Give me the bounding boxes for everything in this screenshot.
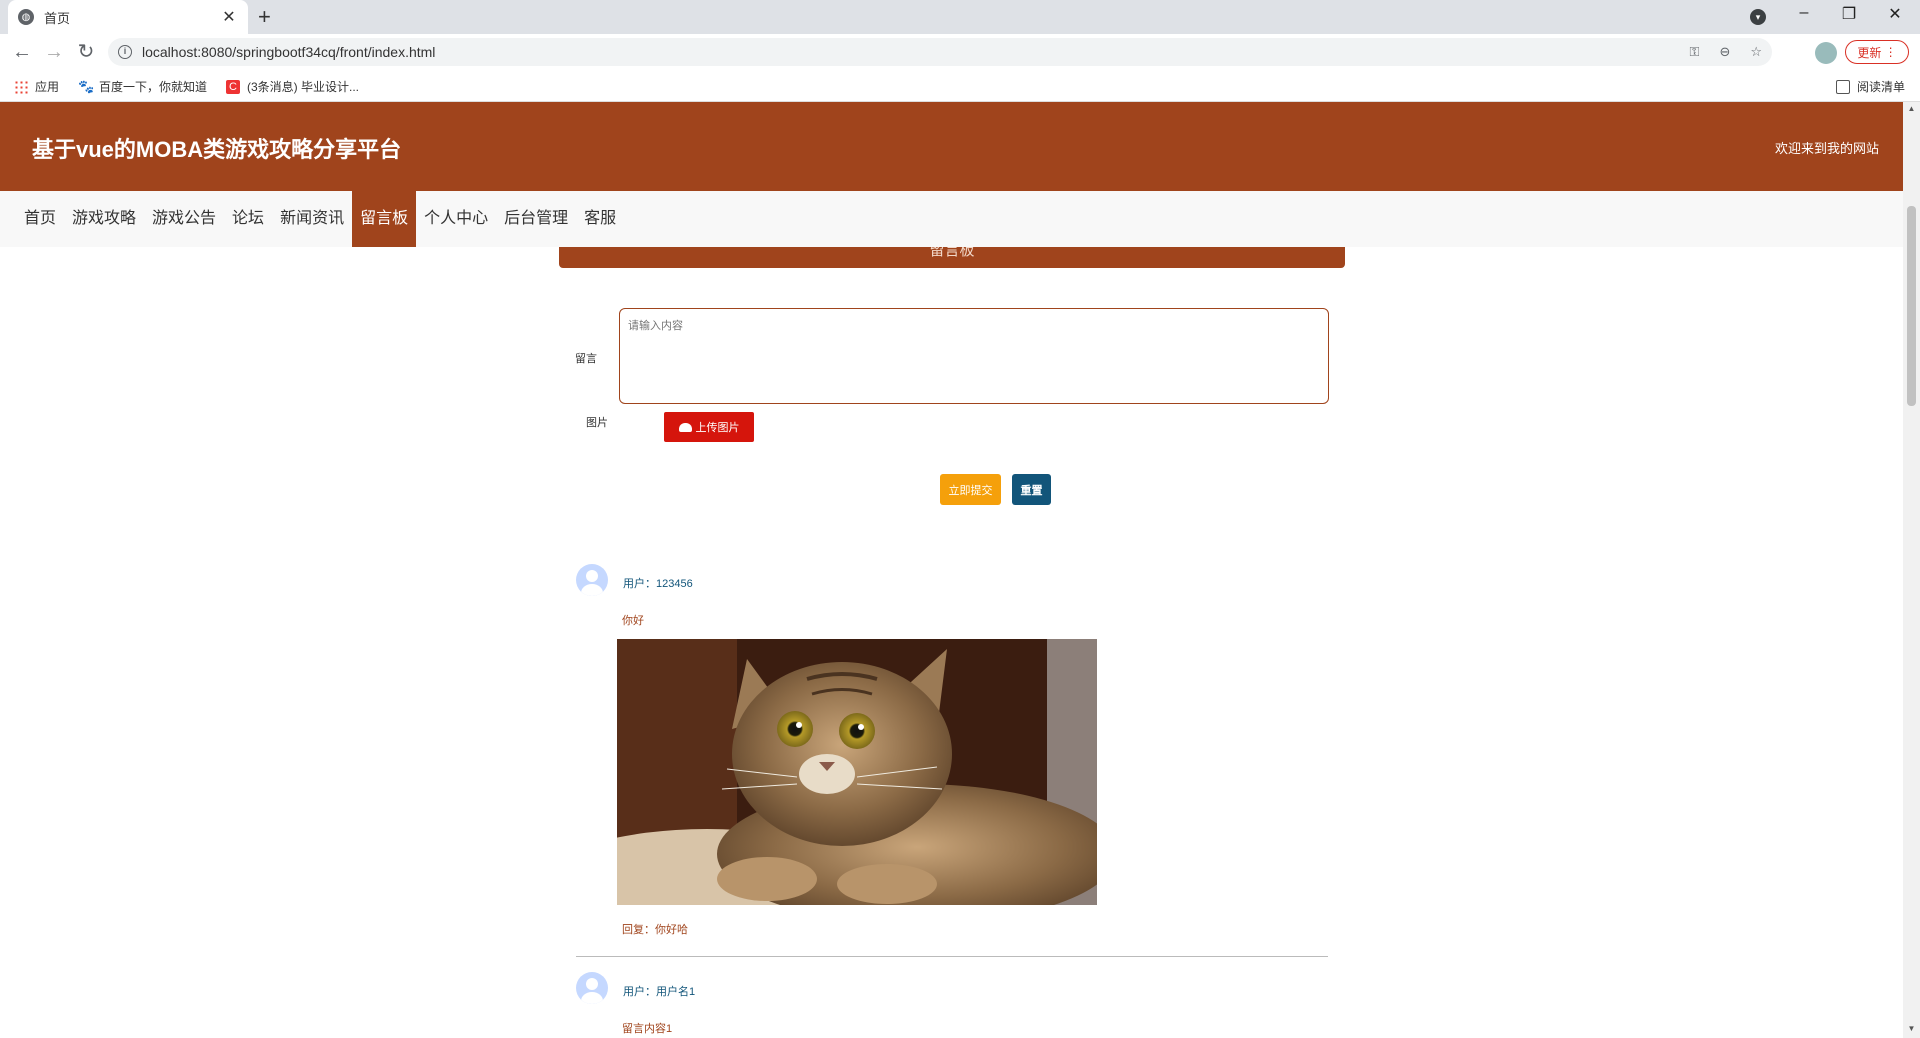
scroll-up-icon[interactable]: ▲ xyxy=(1903,104,1920,113)
board-title-bar: 留言板 xyxy=(559,247,1345,268)
avatar xyxy=(576,564,608,596)
nav-home[interactable]: 首页 xyxy=(16,191,64,247)
browser-tab[interactable]: ◍ 首页 ✕ xyxy=(8,0,248,34)
browser-toolbar: ← → ↻ i localhost:8080/springbootf34cq/f… xyxy=(0,34,1920,70)
reading-list[interactable]: 阅读清单 xyxy=(1836,78,1905,95)
bookmark-label: 百度一下，你就知道 xyxy=(99,80,208,94)
window-close-icon[interactable]: ✕ xyxy=(1880,4,1910,24)
message-image xyxy=(617,639,1097,905)
cloud-upload-icon xyxy=(678,422,692,432)
nav-game-guides[interactable]: 游戏攻略 xyxy=(64,191,144,247)
reading-list-label: 阅读清单 xyxy=(1857,80,1906,94)
submit-button[interactable]: 立即提交 xyxy=(940,474,1001,505)
site-header: 基于vue的MOBA类游戏攻略分享平台 欢迎来到我的网站 xyxy=(0,102,1903,191)
forward-icon[interactable]: → xyxy=(42,40,66,64)
bookmark-baidu[interactable]: 🐾 百度一下，你就知道 xyxy=(78,78,207,95)
url-text: localhost:8080/springbootf34cq/front/ind… xyxy=(142,44,436,60)
nav-customer-service[interactable]: 客服 xyxy=(576,191,624,247)
info-icon[interactable]: i xyxy=(118,45,132,59)
back-icon[interactable]: ← xyxy=(10,40,34,64)
message-reply: 回复：你好哈 xyxy=(622,924,688,936)
nav-forum[interactable]: 论坛 xyxy=(224,191,272,247)
tab-title: 首页 xyxy=(44,10,71,26)
update-label: 更新 xyxy=(1857,45,1882,60)
key-icon[interactable]: ⚿ xyxy=(1690,44,1700,60)
nav-message-board[interactable]: 留言板 xyxy=(352,191,417,247)
scroll-thumb[interactable] xyxy=(1907,206,1916,406)
apps-grid-icon xyxy=(14,79,28,94)
reload-icon[interactable]: ↻ xyxy=(74,40,98,64)
cat-photo xyxy=(617,639,1097,905)
profile-avatar[interactable] xyxy=(1815,42,1837,64)
message-input[interactable] xyxy=(619,308,1329,404)
message-divider xyxy=(576,956,1328,957)
welcome-text: 欢迎来到我的网站 xyxy=(1774,141,1879,156)
globe-icon: ◍ xyxy=(18,9,34,25)
nav-news[interactable]: 新闻资讯 xyxy=(272,191,352,247)
close-tab-icon[interactable]: ✕ xyxy=(220,7,238,27)
zoom-icon[interactable]: ⊖ xyxy=(1719,44,1730,60)
message-label: 留言 xyxy=(575,353,597,365)
restore-icon[interactable]: ❐ xyxy=(1834,4,1864,24)
main-nav: 首页 游戏攻略 游戏公告 论坛 新闻资讯 留言板 个人中心 后台管理 客服 xyxy=(0,191,1903,247)
star-icon[interactable]: ☆ xyxy=(1750,44,1762,60)
image-label: 图片 xyxy=(586,417,608,429)
upload-label: 上传图片 xyxy=(695,422,740,434)
reading-list-icon xyxy=(1836,79,1850,94)
address-bar[interactable]: i localhost:8080/springbootf34cq/front/i… xyxy=(108,38,1772,66)
message-user: 用户：用户名1 xyxy=(623,986,696,998)
nav-admin[interactable]: 后台管理 xyxy=(496,191,576,247)
bookmarks-bar: 应用 🐾 百度一下，你就知道 C (3条消息) 毕业设计... 阅读清单 xyxy=(0,70,1920,102)
csdn-icon: C xyxy=(226,79,240,94)
message-user: 用户：123456 xyxy=(623,578,693,590)
new-tab-icon[interactable]: + xyxy=(258,5,271,29)
minimize-icon[interactable]: – xyxy=(1789,4,1819,22)
message-content: 你好 xyxy=(622,615,644,627)
message-content: 留言内容1 xyxy=(622,1023,673,1035)
bookmark-label: 应用 xyxy=(35,80,60,94)
upload-image-button[interactable]: 上传图片 xyxy=(664,412,754,442)
site-title: 基于vue的MOBA类游戏攻略分享平台 xyxy=(32,137,402,162)
bookmark-label: (3条消息) 毕业设计... xyxy=(247,80,360,94)
avatar xyxy=(576,972,608,1004)
paw-icon: 🐾 xyxy=(78,78,95,94)
nav-game-notices[interactable]: 游戏公告 xyxy=(144,191,224,247)
page-scrollbar[interactable]: ▲ ▼ xyxy=(1903,102,1920,1038)
update-button[interactable]: 更新 ⋮ xyxy=(1845,40,1909,64)
bookmark-csdn[interactable]: C (3条消息) 毕业设计... xyxy=(226,78,359,95)
reset-button[interactable]: 重置 xyxy=(1012,474,1051,505)
browser-tabstrip: ◍ 首页 ✕ + ▾ – ❐ ✕ xyxy=(0,0,1920,34)
tab-search-icon[interactable]: ▾ xyxy=(1750,9,1766,25)
nav-personal-center[interactable]: 个人中心 xyxy=(416,191,496,247)
scroll-down-icon[interactable]: ▼ xyxy=(1903,1024,1920,1033)
bookmark-apps[interactable]: 应用 xyxy=(14,78,59,95)
